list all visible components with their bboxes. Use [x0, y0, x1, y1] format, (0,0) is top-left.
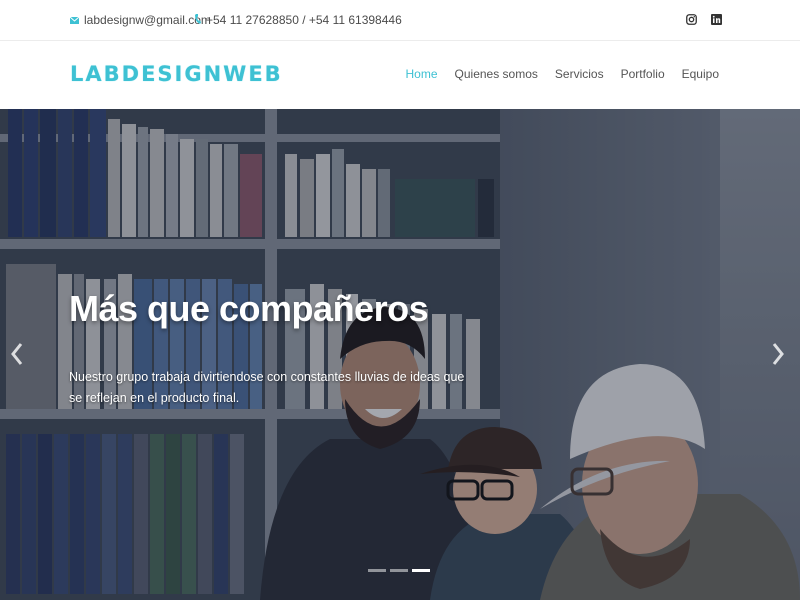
- nav-item-servicios[interactable]: Servicios: [555, 67, 604, 81]
- carousel-next-button[interactable]: [767, 339, 789, 369]
- main-nav: Home Quienes somos Servicios Portfolio E…: [406, 67, 719, 81]
- chevron-right-icon: [772, 343, 784, 365]
- carousel-indicator-1[interactable]: [368, 569, 386, 572]
- hero-overlay: [0, 109, 800, 600]
- carousel-indicators: [368, 569, 430, 572]
- site-header: LABDESIGNWEB Home Quienes somos Servicio…: [0, 42, 800, 109]
- logo[interactable]: LABDESIGNWEB: [70, 62, 283, 86]
- nav-item-portfolio[interactable]: Portfolio: [621, 67, 665, 81]
- contact-email[interactable]: labdesignw@gmail.com: [69, 13, 211, 27]
- carousel-prev-button[interactable]: [6, 339, 28, 369]
- carousel-indicator-3[interactable]: [412, 569, 430, 572]
- envelope-icon: [69, 13, 80, 27]
- phone-text: +54 11 27628850 / +54 11 61398446: [206, 13, 402, 27]
- nav-item-home[interactable]: Home: [406, 67, 438, 81]
- email-text: labdesignw@gmail.com: [84, 13, 211, 27]
- hero-description: Nuestro grupo trabaja divirtiendose con …: [69, 370, 465, 405]
- chevron-left-icon: [11, 343, 23, 365]
- hero-title: Más que compañeros: [69, 288, 429, 329]
- instagram-icon[interactable]: [684, 12, 698, 26]
- contact-phone[interactable]: +54 11 27628850 / +54 11 61398446: [195, 13, 402, 27]
- phone-icon: [195, 13, 201, 27]
- carousel-indicator-2[interactable]: [390, 569, 408, 572]
- linkedin-icon[interactable]: [709, 12, 723, 26]
- hero-carousel: Más que compañeros Nuestro grupo trabaja…: [0, 109, 800, 600]
- nav-item-equipo[interactable]: Equipo: [682, 67, 719, 81]
- top-bar: labdesignw@gmail.com +54 11 27628850 / +…: [0, 0, 800, 41]
- nav-item-quienes-somos[interactable]: Quienes somos: [455, 67, 538, 81]
